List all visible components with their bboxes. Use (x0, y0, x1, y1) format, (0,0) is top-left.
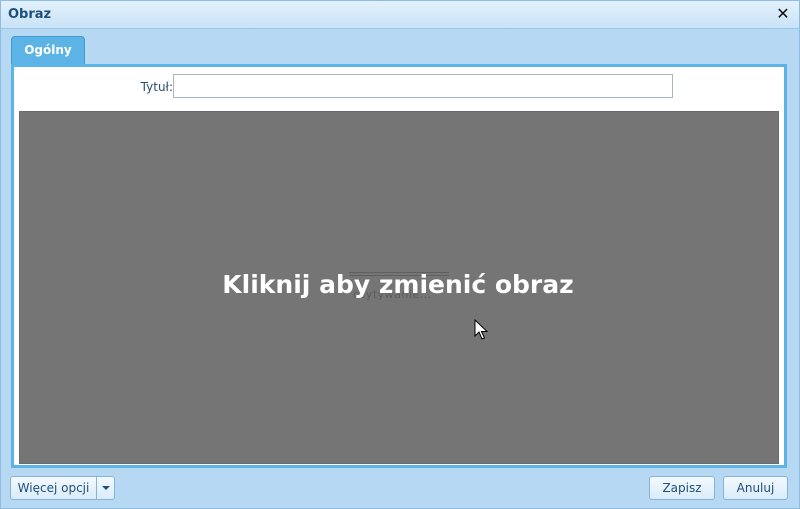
title-input[interactable] (173, 74, 673, 98)
cancel-button[interactable]: Anuluj (723, 476, 788, 500)
change-image-prompt: Kliknij aby zmienić obraz (222, 270, 574, 299)
dialog-title: Obraz (8, 7, 52, 22)
image-dialog: Obraz ✕ Ogólny Tytuł: czytywanie... Klik… (0, 0, 800, 509)
image-preview-area[interactable]: czytywanie... Kliknij aby zmienić obraz (19, 111, 779, 464)
more-options-label: Więcej opcji (17, 481, 90, 495)
tab-general[interactable]: Ogólny (11, 36, 85, 64)
chevron-down-icon (102, 486, 110, 490)
save-button[interactable]: Zapisz (649, 476, 715, 500)
mouse-cursor-icon (474, 319, 488, 340)
close-icon[interactable]: ✕ (775, 5, 791, 23)
dialog-titlebar[interactable]: Obraz ✕ (1, 1, 799, 29)
more-options-button[interactable]: Więcej opcji (10, 476, 115, 500)
title-label: Tytuł: (140, 80, 173, 94)
more-options-dropdown[interactable] (96, 477, 114, 499)
general-tab-panel: Tytuł: czytywanie... Kliknij aby zmienić… (11, 64, 787, 468)
